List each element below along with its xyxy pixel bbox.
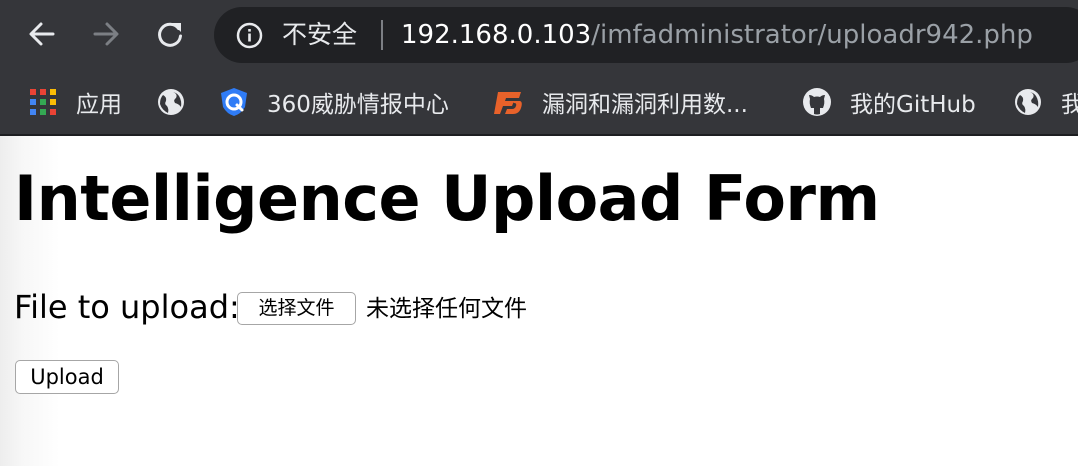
shield-360-icon <box>221 88 247 116</box>
bookmarks-bar: 应用 360威胁情报中心 漏洞和漏洞利用数... 我的GitHub 我 <box>0 70 1078 134</box>
bookmark-label: 我 <box>1061 92 1078 118</box>
bookmark-vulnerability-db[interactable]: 漏洞和漏洞利用数... <box>494 82 748 122</box>
file-upload-label: File to upload: <box>14 288 240 326</box>
page-title: Intelligence Upload Form <box>14 162 880 235</box>
bookmark-label: 我的GitHub <box>850 92 976 118</box>
upload-button[interactable]: Upload <box>15 360 119 394</box>
forward-arrow-icon[interactable] <box>84 12 128 56</box>
reload-icon[interactable] <box>148 12 192 56</box>
bookmark-globe[interactable] <box>156 82 186 122</box>
globe-icon <box>1015 89 1041 115</box>
bookmark-label: 漏洞和漏洞利用数... <box>542 92 748 118</box>
omnibox-divider <box>381 20 383 50</box>
bookmark-label: 360威胁情报中心 <box>267 92 449 118</box>
globe-icon <box>158 89 184 115</box>
page-content: Intelligence Upload Form File to upload:… <box>0 136 1078 466</box>
apps-grid-icon <box>30 89 56 115</box>
address-bar[interactable]: 不安全 192.168.0.103/imfadministrator/uploa… <box>214 7 1078 63</box>
url-path: /imfadministrator/uploadr942.php <box>591 20 1033 50</box>
bookmark-360-threat-intel[interactable]: 360威胁情报中心 <box>219 82 449 122</box>
bookmark-apps[interactable]: 应用 <box>28 82 122 122</box>
exploit-db-icon <box>494 92 522 114</box>
url-host: 192.168.0.103 <box>401 20 592 50</box>
url-text[interactable]: 192.168.0.103/imfadministrator/uploadr94… <box>401 18 1033 52</box>
back-arrow-icon[interactable] <box>20 12 64 56</box>
choose-file-button[interactable]: 选择文件 <box>237 292 356 325</box>
browser-toolbar: 不安全 192.168.0.103/imfadministrator/uploa… <box>0 0 1078 70</box>
github-icon <box>803 88 831 116</box>
bookmark-label: 应用 <box>76 92 122 118</box>
bookmark-github[interactable]: 我的GitHub <box>802 82 976 122</box>
bookmark-overflow[interactable]: 我 <box>1013 82 1078 122</box>
not-secure-label[interactable]: 不安全 <box>282 19 357 51</box>
info-icon[interactable] <box>236 22 263 49</box>
no-file-chosen-text: 未选择任何文件 <box>366 296 527 322</box>
